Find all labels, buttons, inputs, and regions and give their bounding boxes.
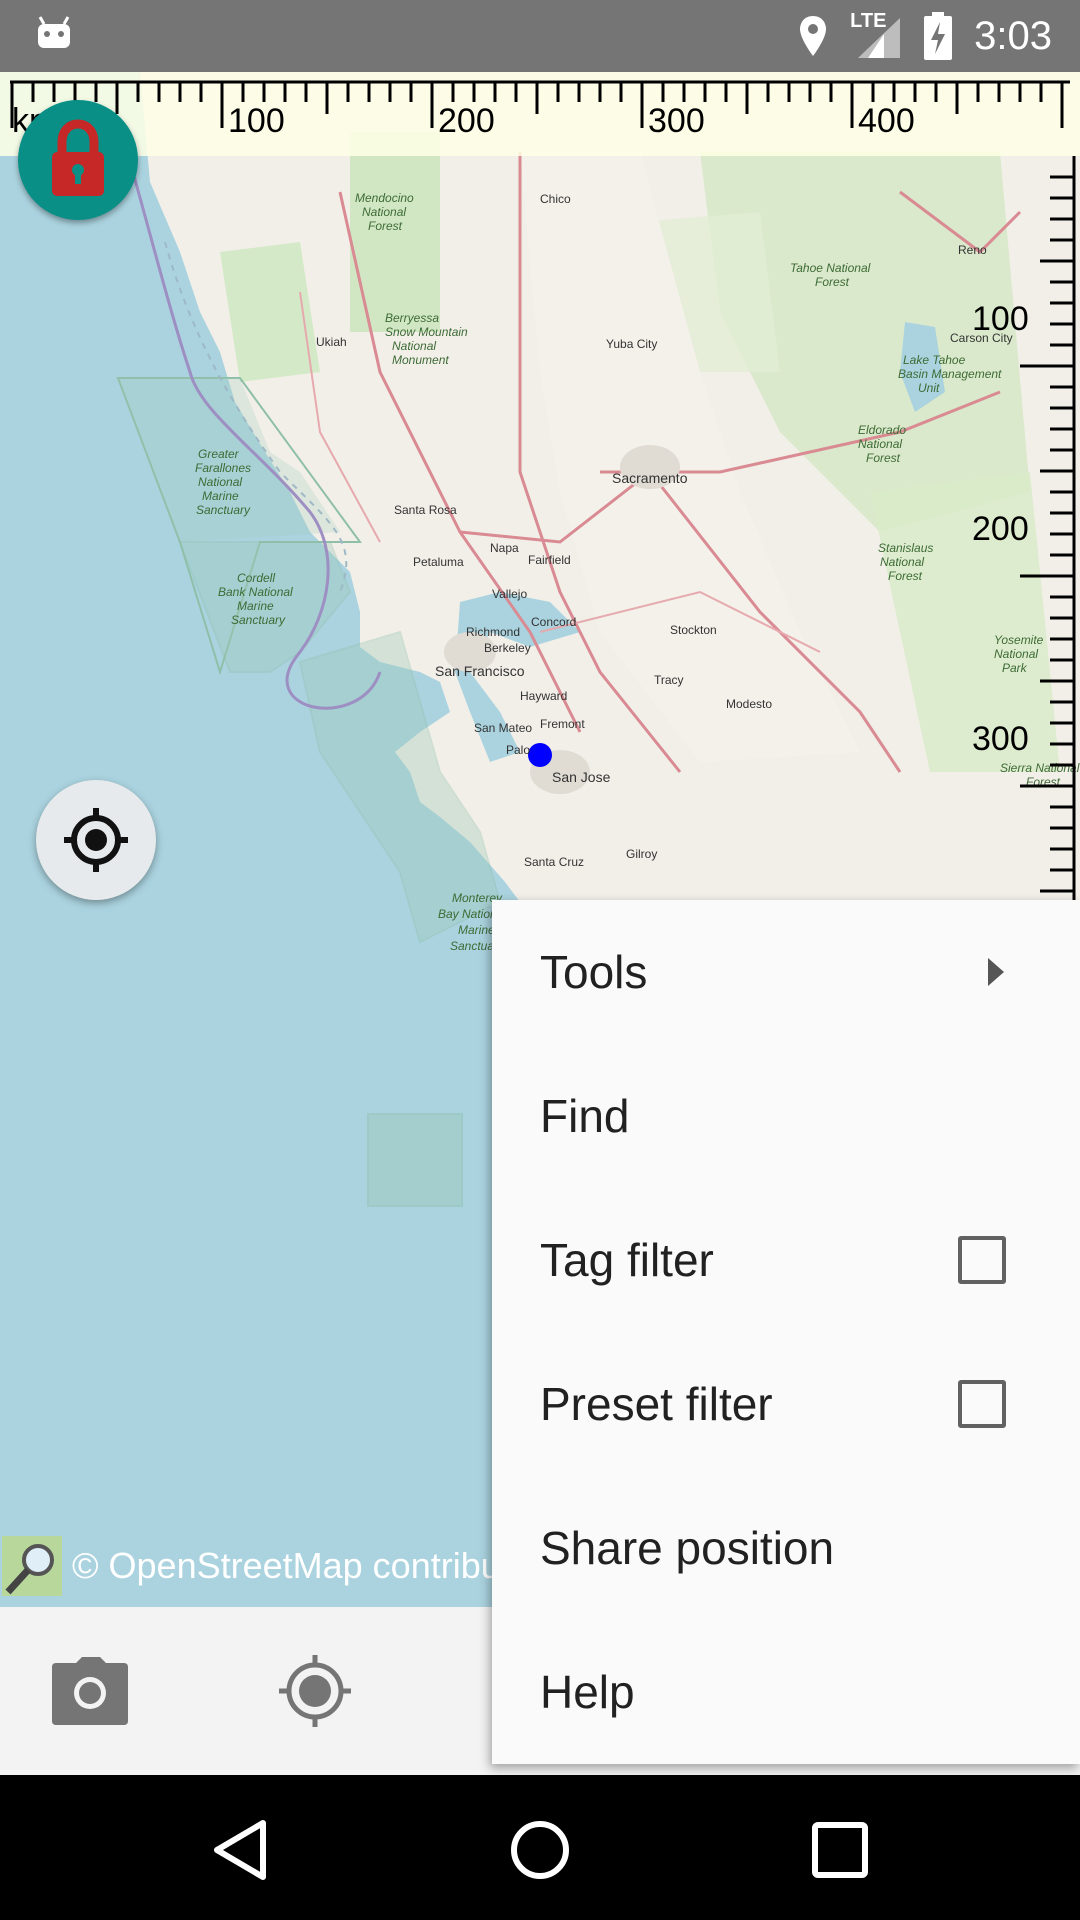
osm-logo-icon [2, 1536, 62, 1596]
preset-filter-checkbox[interactable] [958, 1380, 1006, 1428]
svg-text:Forest: Forest [888, 569, 923, 583]
svg-text:Berryessa: Berryessa [385, 311, 439, 325]
follow-gps-button[interactable] [36, 780, 156, 900]
android-notification-icon [38, 16, 70, 48]
svg-text:Palo: Palo [506, 743, 530, 757]
overflow-menu: Tools Find Tag filter Preset filter Shar… [492, 900, 1080, 1764]
menu-item-share-position[interactable]: Share position [492, 1476, 1080, 1620]
svg-text:Sacramento: Sacramento [612, 470, 688, 486]
menu-item-label: Tools [540, 946, 648, 998]
submenu-arrow-icon [988, 958, 1004, 986]
camera-icon [52, 1657, 128, 1725]
svg-text:Forest: Forest [866, 451, 901, 465]
scale-ruler-top: km 100 200 300 400 [0, 72, 1080, 156]
svg-text:Stockton: Stockton [670, 623, 717, 637]
svg-text:Berkeley: Berkeley [484, 641, 531, 655]
svg-text:Concord: Concord [531, 615, 576, 629]
menu-item-label: Preset filter [540, 1378, 773, 1430]
ruler-right-label: 100 [972, 300, 1029, 338]
ruler-top-label: 200 [438, 102, 495, 140]
svg-text:Forest: Forest [815, 275, 850, 289]
svg-text:Richmond: Richmond [466, 625, 520, 639]
menu-item-label: Tag filter [540, 1234, 714, 1286]
svg-text:Tahoe National: Tahoe National [790, 261, 871, 275]
ruler-right-label: 200 [972, 510, 1029, 548]
clock: 3:03 [974, 13, 1052, 58]
svg-text:National: National [198, 475, 242, 489]
menu-item-preset-filter[interactable]: Preset filter [492, 1332, 1080, 1476]
menu-item-tools[interactable]: Tools [492, 900, 1080, 1044]
navigation-bar [0, 1775, 1080, 1920]
tag-filter-checkbox[interactable] [958, 1236, 1006, 1284]
svg-text:Forest: Forest [368, 219, 403, 233]
svg-text:Monument: Monument [392, 353, 449, 367]
svg-text:Tracy: Tracy [654, 673, 684, 687]
svg-text:National: National [880, 555, 924, 569]
ruler-top-label: 400 [858, 102, 915, 140]
svg-text:Marine: Marine [458, 923, 495, 937]
svg-text:Eldorado: Eldorado [858, 423, 906, 437]
battery-charging-icon [924, 12, 953, 60]
svg-text:Vallejo: Vallejo [492, 587, 527, 601]
scale-ruler-right: 100 200 300 [960, 156, 1080, 976]
svg-text:Lake Tahoe: Lake Tahoe [903, 353, 966, 367]
menu-item-help[interactable]: Help [492, 1620, 1080, 1764]
menu-item-tag-filter[interactable]: Tag filter [492, 1188, 1080, 1332]
map-attribution[interactable]: © OpenStreetMap contributors [0, 1534, 520, 1598]
svg-text:Sanctuary: Sanctuary [231, 613, 286, 627]
camera-button[interactable] [50, 1655, 130, 1727]
current-location-dot [528, 743, 552, 767]
svg-text:Santa Rosa: Santa Rosa [394, 503, 457, 517]
svg-text:Mendocino: Mendocino [355, 191, 414, 205]
lock-button[interactable] [18, 100, 138, 220]
attribution-text: © OpenStreetMap contributors [72, 1545, 520, 1586]
svg-text:Santa Cruz: Santa Cruz [524, 855, 584, 869]
svg-text:Gilroy: Gilroy [626, 847, 657, 861]
svg-text:Napa: Napa [490, 541, 519, 555]
svg-text:Bank National: Bank National [218, 585, 293, 599]
status-bar: LTE 3:03 [0, 0, 1080, 72]
svg-text:Sanctuary: Sanctuary [196, 503, 251, 517]
svg-text:Ukiah: Ukiah [316, 335, 347, 349]
svg-text:Marine: Marine [202, 489, 239, 503]
svg-text:Modesto: Modesto [726, 697, 772, 711]
svg-text:San Jose: San Jose [552, 769, 611, 785]
recents-icon[interactable] [805, 1815, 875, 1885]
ruler-top-label: 300 [648, 102, 705, 140]
svg-text:Marine: Marine [237, 599, 274, 613]
menu-item-label: Share position [540, 1522, 835, 1574]
svg-text:National: National [858, 437, 902, 451]
ruler-top-label: 100 [228, 102, 285, 140]
back-icon[interactable] [205, 1815, 275, 1885]
menu-item-label: Help [540, 1666, 635, 1718]
ruler-right-label: 300 [972, 720, 1029, 758]
location-target-icon [279, 1655, 351, 1727]
location-button[interactable] [275, 1655, 355, 1727]
location-status-icon [800, 16, 827, 56]
svg-text:Unit: Unit [918, 381, 940, 395]
svg-text:Hayward: Hayward [520, 689, 567, 703]
svg-text:Snow Mountain: Snow Mountain [385, 325, 468, 339]
svg-text:Farallones: Farallones [195, 461, 251, 475]
home-icon[interactable] [505, 1815, 575, 1885]
svg-text:Cordell: Cordell [237, 571, 275, 585]
svg-text:Petaluma: Petaluma [413, 555, 464, 569]
svg-text:San Francisco: San Francisco [435, 663, 525, 679]
svg-text:Fairfield: Fairfield [528, 553, 571, 567]
gps-crosshair-icon [64, 808, 128, 872]
svg-text:Greater: Greater [198, 447, 240, 461]
svg-text:Chico: Chico [540, 192, 571, 206]
svg-text:National: National [392, 339, 436, 353]
svg-text:Stanislaus: Stanislaus [878, 541, 933, 555]
menu-item-label: Find [540, 1090, 630, 1142]
svg-text:San Mateo: San Mateo [474, 721, 532, 735]
menu-item-find[interactable]: Find [492, 1044, 1080, 1188]
signal-icon: LTE [850, 10, 902, 60]
svg-text:National: National [362, 205, 406, 219]
lock-icon [52, 119, 104, 196]
svg-text:Fremont: Fremont [540, 717, 585, 731]
svg-text:Yuba City: Yuba City [606, 337, 657, 351]
